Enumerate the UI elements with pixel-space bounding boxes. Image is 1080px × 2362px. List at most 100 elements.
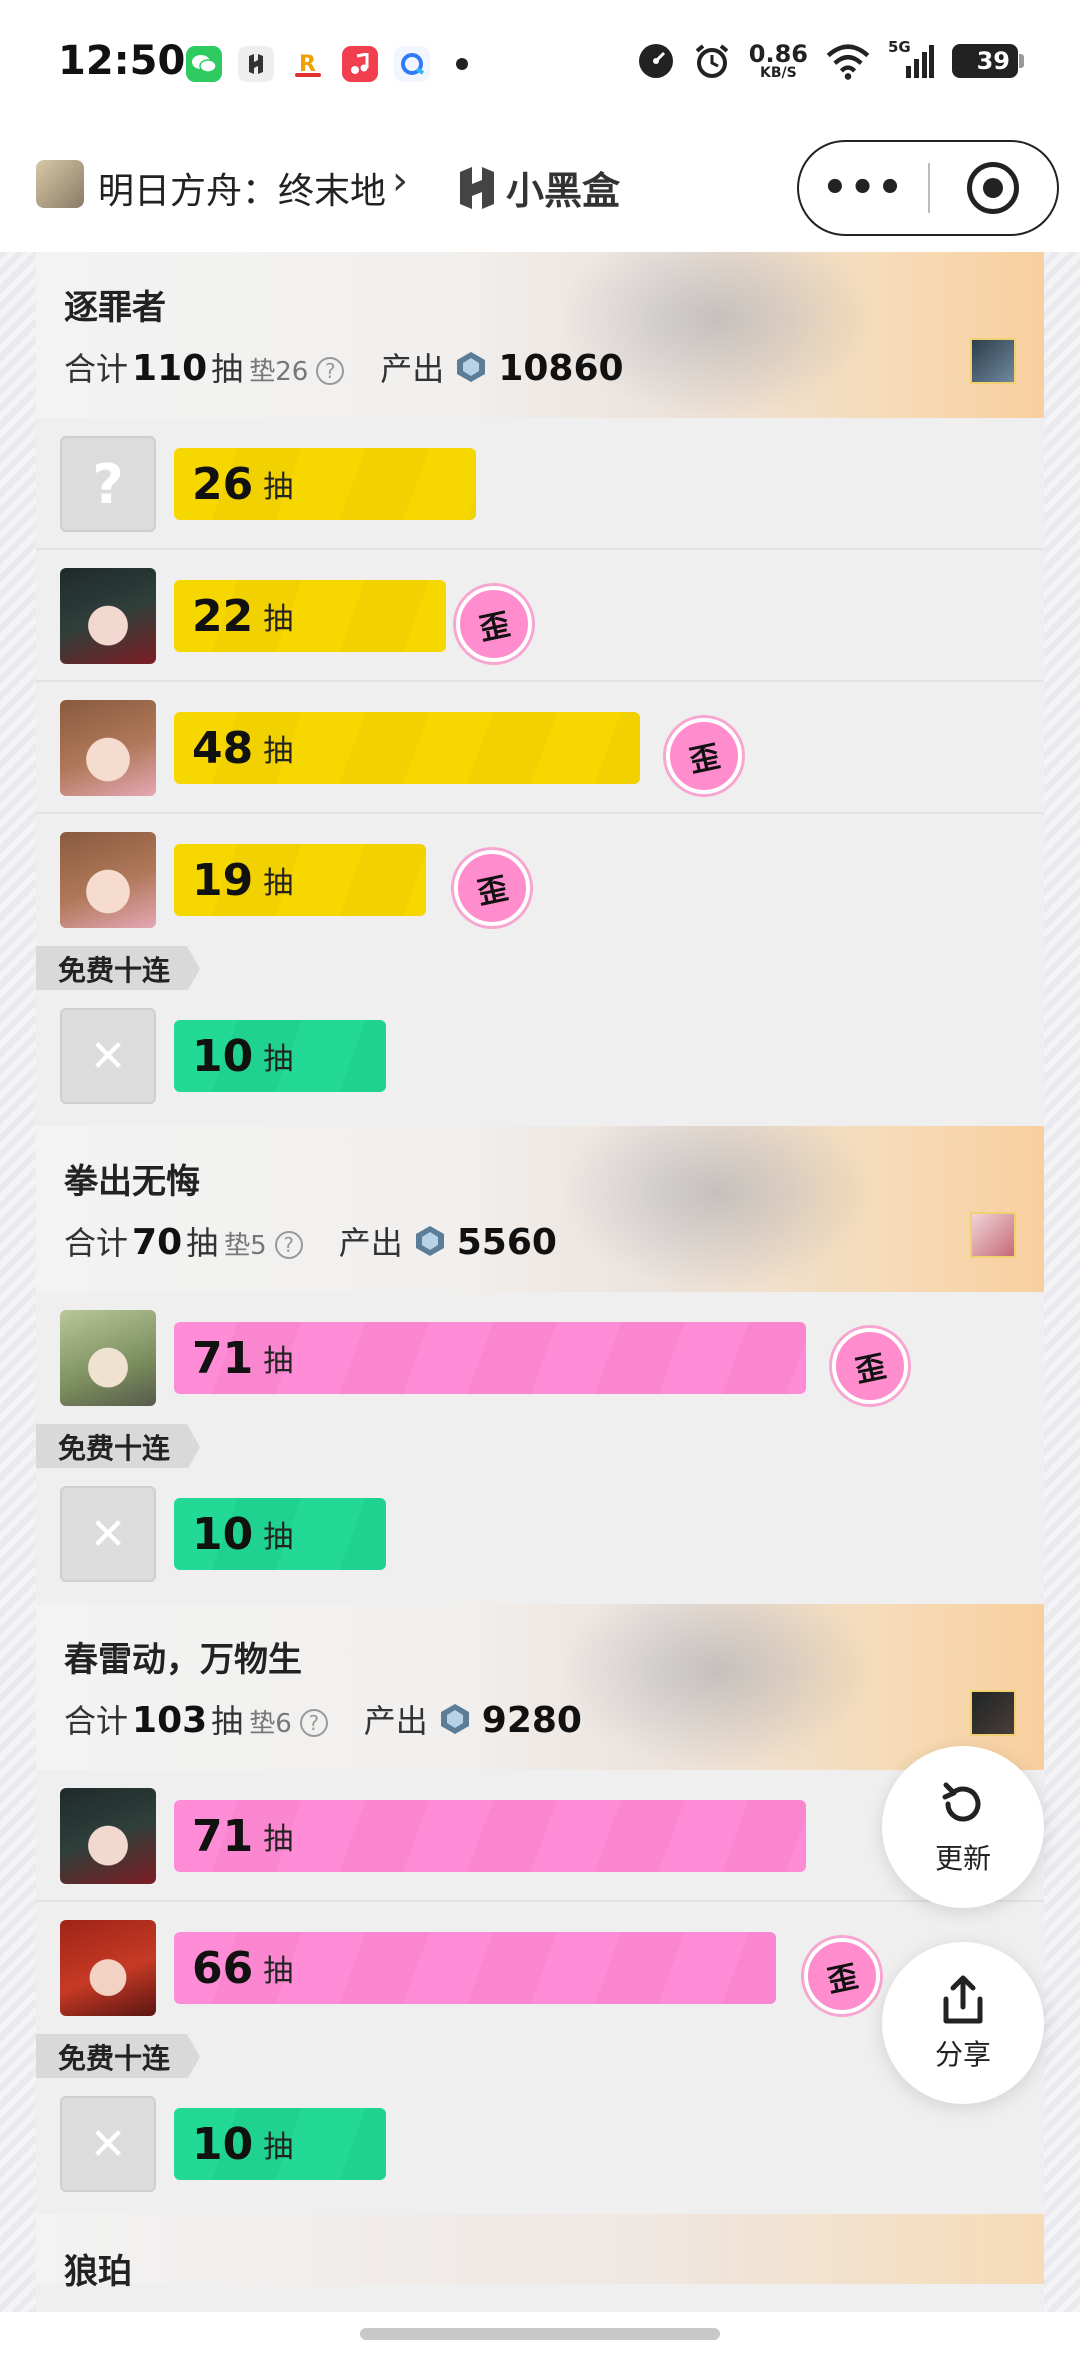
operator-avatar: [60, 832, 156, 928]
pull-bar: 48 抽: [174, 712, 640, 784]
alarm-icon: [695, 44, 729, 78]
notification-icons: R: [186, 46, 468, 82]
operator-avatar: [60, 1310, 156, 1406]
net-speed: 0.86 KB/S: [748, 40, 808, 81]
none-avatar: ✕: [60, 2096, 156, 2192]
pull-bar: 10 抽: [174, 2108, 386, 2180]
originium-icon: [440, 1704, 469, 1734]
home-indicator[interactable]: [360, 2328, 720, 2340]
free-pull-row: ✕ 10 抽: [36, 1468, 1044, 1604]
banner-header[interactable]: 春雷动，万物生 合计 103 抽 垫6 ? 产出 9280: [36, 1604, 1044, 1770]
pull-bar: 19 抽: [174, 844, 426, 916]
banner-summary: 合计 103 抽 垫6 ? 产出 9280: [64, 1700, 582, 1741]
off-banner-badge: 歪: [832, 1328, 908, 1404]
pity-count: 垫6: [249, 1709, 292, 1739]
close-icon: ✕: [89, 1508, 127, 1560]
total-pulls: 103: [132, 1700, 208, 1741]
total-pulls: 70: [132, 1222, 183, 1263]
originium-icon: [415, 1226, 444, 1256]
operator-avatar: [60, 1788, 156, 1884]
banner-name: 狼珀: [64, 2252, 132, 2292]
status-bar: 12:50 R 0.86 KB/S 5G 39: [0, 0, 1080, 130]
question-icon: ?: [92, 452, 124, 516]
banner-header[interactable]: 狼珀: [36, 2214, 1044, 2292]
banner-header[interactable]: 逐罪者 合计 110 抽 垫26 ? 产出 10860: [36, 252, 1044, 418]
produce-amount: 5560: [456, 1222, 557, 1263]
free-ten-tag: 免费十连: [36, 2034, 201, 2080]
help-icon[interactable]: ?: [316, 357, 345, 385]
banner-name: 拳出无悔: [64, 1162, 200, 1202]
free-pull-row: ✕ 10 抽: [36, 990, 1044, 1126]
free-ten-tag: 免费十连: [36, 1424, 201, 1470]
pity-count: 垫26: [249, 357, 309, 387]
banner-art: [556, 252, 876, 418]
pull-bar: 10 抽: [174, 1498, 386, 1570]
none-avatar: ✕: [60, 1486, 156, 1582]
cellular-signal-icon: 5G: [888, 38, 934, 80]
banner-name: 春雷动，万物生: [64, 1640, 302, 1680]
close-icon: ✕: [89, 2118, 127, 2170]
pull-row: 71 抽 歪: [36, 1292, 1044, 1424]
pity-count: 垫5: [224, 1231, 267, 1261]
banner-art: [556, 1604, 876, 1770]
chevron-right-icon[interactable]: ›: [392, 158, 408, 204]
free-ten-tag: 免费十连: [36, 946, 201, 992]
close-mini-program-button[interactable]: [930, 162, 1057, 214]
more-menu-button[interactable]: •••: [799, 165, 928, 211]
system-icons: 0.86 KB/S 5G 39: [637, 38, 1024, 81]
operator-avatar: [60, 568, 156, 664]
produce-amount: 10860: [498, 348, 624, 389]
wechat-icon: [186, 46, 222, 82]
pull-row: ? 26 抽: [36, 418, 1044, 550]
none-avatar: ✕: [60, 1008, 156, 1104]
banner-name: 逐罪者: [64, 288, 166, 328]
banner-art: [556, 1126, 876, 1292]
help-icon[interactable]: ?: [299, 1709, 328, 1737]
operator-avatar: [60, 1920, 156, 2016]
speedometer-icon: [638, 44, 673, 78]
game-title[interactable]: 明日方舟：终末地: [98, 162, 386, 214]
heybox-icon: [238, 46, 274, 82]
refresh-button[interactable]: 更新: [882, 1746, 1044, 1908]
app-r-icon: R: [290, 46, 326, 82]
help-icon[interactable]: ?: [274, 1231, 303, 1259]
target-icon: [967, 162, 1020, 214]
banner-character-thumb: [970, 338, 1016, 384]
off-banner-badge: 歪: [454, 850, 530, 926]
free-ten-section: 免费十连: [36, 1424, 1044, 1470]
battery-indicator: 39: [952, 44, 1024, 78]
music-icon: [342, 46, 378, 82]
produce-amount: 9280: [481, 1700, 582, 1741]
pull-bar: 71 抽: [174, 1322, 806, 1394]
more-notifications-dot: [456, 58, 468, 70]
unknown-operator-avatar: ?: [60, 436, 156, 532]
banner-character-thumb: [970, 1212, 1016, 1258]
game-avatar[interactable]: [36, 160, 84, 208]
off-banner-badge: 歪: [456, 586, 532, 662]
banner-character-thumb: [970, 1690, 1016, 1736]
total-pulls: 110: [132, 348, 208, 389]
wifi-icon: [826, 44, 870, 80]
mini-program-capsule: •••: [797, 140, 1059, 236]
pull-bar: 22 抽: [174, 580, 446, 652]
share-icon: [943, 1975, 983, 2024]
off-banner-badge: 歪: [666, 718, 742, 794]
pull-row: 19 抽 歪: [36, 814, 1044, 946]
banner-header[interactable]: 拳出无悔 合计 70 抽 垫5 ? 产出 5560: [36, 1126, 1044, 1292]
pull-bar: 26 抽: [174, 448, 476, 520]
pull-bar: 71 抽: [174, 1800, 806, 1872]
operator-avatar: [60, 700, 156, 796]
originium-icon: [457, 352, 486, 382]
banner-summary: 合计 110 抽 垫26 ? 产出 10860: [64, 348, 624, 389]
clock: 12:50: [58, 38, 186, 84]
free-pull-row: ✕ 10 抽: [36, 2078, 1044, 2214]
banner-summary: 合计 70 抽 垫5 ? 产出 5560: [64, 1222, 557, 1263]
mini-program-navbar: 明日方舟：终末地 › 小黑盒 •••: [0, 130, 1080, 252]
pull-row: 22 抽 歪: [36, 550, 1044, 682]
share-button[interactable]: 分享: [882, 1942, 1044, 2104]
pull-bar: 66 抽: [174, 1932, 776, 2004]
close-icon: ✕: [89, 1030, 127, 1082]
pull-bar: 10 抽: [174, 1020, 386, 1092]
pull-row: 48 抽 歪: [36, 682, 1044, 814]
free-ten-section: 免费十连: [36, 946, 1044, 992]
